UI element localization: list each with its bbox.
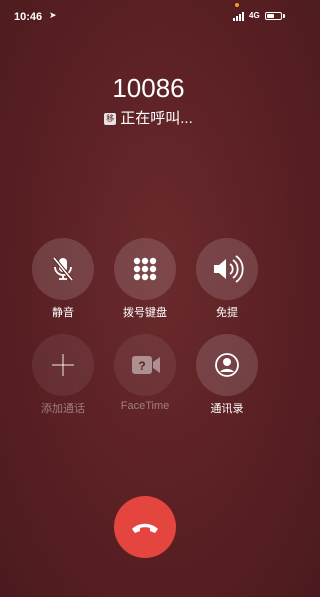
call-status: 移正在呼叫...	[0, 107, 297, 128]
battery-icon	[265, 12, 282, 20]
contacts-button[interactable]	[196, 334, 258, 396]
clock: 10:46	[14, 11, 43, 23]
speaker-label: 免提	[216, 307, 238, 319]
facetime-label: FaceTime	[120, 400, 170, 412]
carrier-badge: 移	[104, 113, 117, 125]
plus-icon	[52, 354, 74, 376]
privacy-indicator-dot	[235, 3, 239, 7]
mute-label: 静音	[52, 307, 74, 319]
contact-icon	[215, 353, 239, 377]
speaker-icon	[214, 255, 244, 283]
add-call-button[interactable]	[32, 334, 94, 396]
location-arrow-icon: ➤	[49, 10, 57, 20]
network-type: 4G	[249, 11, 260, 20]
keypad-label: 拨号键盘	[123, 307, 167, 319]
status-bar: 10:46 ➤ 4G	[0, 0, 297, 34]
end-call-button[interactable]	[114, 496, 176, 558]
phone-number: 10086	[112, 73, 185, 103]
facetime-button[interactable]: ?	[114, 334, 176, 396]
call-status-text: 正在呼叫...	[120, 110, 193, 127]
keypad-icon	[133, 257, 157, 281]
add-call-label: 添加通话	[41, 403, 85, 415]
mic-off-icon	[52, 256, 74, 282]
video-camera-icon: ?	[132, 356, 160, 374]
mute-button[interactable]	[32, 238, 94, 300]
speaker-button[interactable]	[196, 238, 258, 300]
signal-strength-icon	[233, 12, 244, 21]
keypad-button[interactable]	[114, 238, 176, 300]
phone-hangup-icon	[132, 523, 158, 533]
svg-text:?: ?	[138, 359, 145, 373]
contacts-label: 通讯录	[210, 403, 244, 415]
